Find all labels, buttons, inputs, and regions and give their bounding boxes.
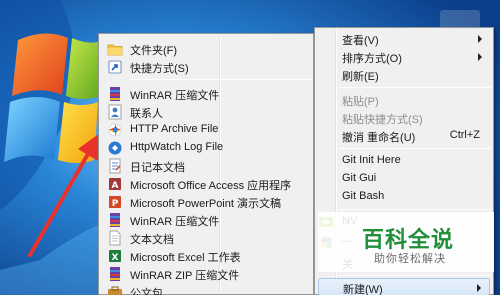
submenu-arrow-icon: [478, 53, 482, 61]
folder-icon: [107, 44, 123, 56]
submenu-item-label: 文件夹(F): [130, 45, 178, 57]
submenu-item-label: Microsoft Office Access 应用程序: [130, 180, 292, 192]
svg-text:A: A: [112, 181, 119, 191]
submenu-item-label: 快捷方式(S): [130, 63, 189, 75]
menu-separator: [339, 148, 491, 149]
watermark-subtitle: 助你轻松解决: [374, 253, 446, 265]
menu-item-label: 刷新(E): [342, 71, 379, 83]
menu-item-refresh[interactable]: 刷新(E): [318, 66, 490, 84]
menu-separator: [339, 275, 491, 276]
submenu-item-shortcut[interactable]: 快捷方式(S): [102, 58, 310, 76]
access-icon: A: [109, 178, 121, 191]
submenu-arrow-icon: [477, 284, 481, 292]
submenu-item-text-document[interactable]: 文本文档: [102, 229, 310, 247]
submenu-item-briefcase[interactable]: 公文包: [102, 283, 310, 295]
submenu-item-winrar-archive[interactable]: WinRAR 压缩文件: [102, 85, 310, 103]
menu-item-label: 查看(V): [342, 35, 379, 47]
menu-separator: [339, 209, 491, 210]
new-submenu: 文件夹(F) 快捷方式(S) WinRAR 压缩文件 联系人 HTTP Arch…: [98, 33, 314, 295]
submenu-item-access[interactable]: A Microsoft Office Access 应用程序: [102, 175, 310, 193]
menu-item-git-init[interactable]: Git Init Here: [318, 152, 490, 170]
httpwatch-log-icon: [108, 141, 122, 155]
submenu-item-httpwatch-log[interactable]: HttpWatch Log File: [102, 139, 310, 157]
submenu-item-label: HttpWatch Log File: [130, 141, 224, 153]
journal-icon: [109, 158, 121, 174]
winrar-zip-icon: [110, 267, 120, 281]
excel-icon: X: [109, 250, 121, 263]
powerpoint-icon: P: [109, 196, 121, 209]
menu-item-label: Git Bash: [342, 190, 385, 202]
menu-item-label: 新建(W): [343, 284, 383, 295]
menu-item-label: Git Gui: [342, 172, 377, 184]
http-archive-icon: [108, 123, 122, 137]
keyboard-shortcut: Ctrl+Z: [449, 129, 480, 141]
winrar-archive-icon: [110, 87, 120, 101]
briefcase-icon: [108, 286, 122, 295]
submenu-item-label: Microsoft PowerPoint 演示文稿: [130, 198, 281, 210]
menu-item-undo-rename[interactable]: 撤消 重命名(U) Ctrl+Z: [318, 127, 490, 145]
menu-item-new[interactable]: 新建(W): [318, 278, 490, 295]
svg-text:P: P: [112, 199, 119, 209]
menu-item-label: 撤消 重命名(U): [342, 132, 416, 144]
shortcut-icon: [108, 60, 122, 74]
submenu-item-label: WinRAR 压缩文件: [130, 216, 220, 228]
submenu-item-powerpoint[interactable]: P Microsoft PowerPoint 演示文稿: [102, 193, 310, 211]
submenu-item-label: 日记本文档: [130, 162, 185, 174]
red-annotation-arrow: [28, 133, 100, 257]
submenu-item-http-archive[interactable]: HTTP Archive File: [102, 121, 310, 139]
menu-item-paste-shortcut[interactable]: 粘贴快捷方式(S): [318, 109, 490, 127]
svg-text:X: X: [112, 253, 119, 263]
menu-item-paste[interactable]: 粘贴(P): [318, 91, 490, 109]
submenu-item-folder[interactable]: 文件夹(F): [102, 40, 310, 58]
menu-item-git-gui[interactable]: Git Gui: [318, 170, 490, 188]
submenu-item-label: 文本文档: [130, 234, 174, 246]
submenu-item-label: WinRAR ZIP 压缩文件: [130, 270, 240, 282]
menu-item-label: 粘贴(P): [342, 96, 379, 108]
menu-item-sort[interactable]: 排序方式(O): [318, 48, 490, 66]
menu-item-label: Git Init Here: [342, 154, 401, 166]
submenu-item-winrar-archive-2[interactable]: WinRAR 压缩文件: [102, 211, 310, 229]
submenu-item-label: WinRAR 压缩文件: [130, 90, 220, 102]
menu-separator: [339, 87, 491, 88]
submenu-item-label: Microsoft Excel 工作表: [130, 252, 241, 264]
menu-separator: [129, 79, 311, 80]
submenu-item-excel[interactable]: X Microsoft Excel 工作表: [102, 247, 310, 265]
submenu-arrow-icon: [478, 35, 482, 43]
menu-item-label: 排序方式(O): [342, 53, 402, 65]
contact-icon: [108, 104, 122, 120]
submenu-item-journal[interactable]: 日记本文档: [102, 157, 310, 175]
watermark: 百科全说 助你轻松解决: [318, 212, 494, 272]
menu-item-view[interactable]: 查看(V): [318, 30, 490, 48]
submenu-item-label: 公文包: [130, 288, 163, 295]
submenu-item-contact[interactable]: 联系人: [102, 103, 310, 121]
menu-item-label: 粘贴快捷方式(S): [342, 114, 423, 126]
submenu-item-winrar-zip[interactable]: WinRAR ZIP 压缩文件: [102, 265, 310, 283]
winrar-archive-icon: [110, 213, 120, 227]
submenu-item-label: 联系人: [130, 108, 163, 120]
text-document-icon: [109, 230, 121, 246]
submenu-item-label: HTTP Archive File: [130, 123, 219, 135]
menu-item-git-bash[interactable]: Git Bash: [318, 188, 490, 206]
